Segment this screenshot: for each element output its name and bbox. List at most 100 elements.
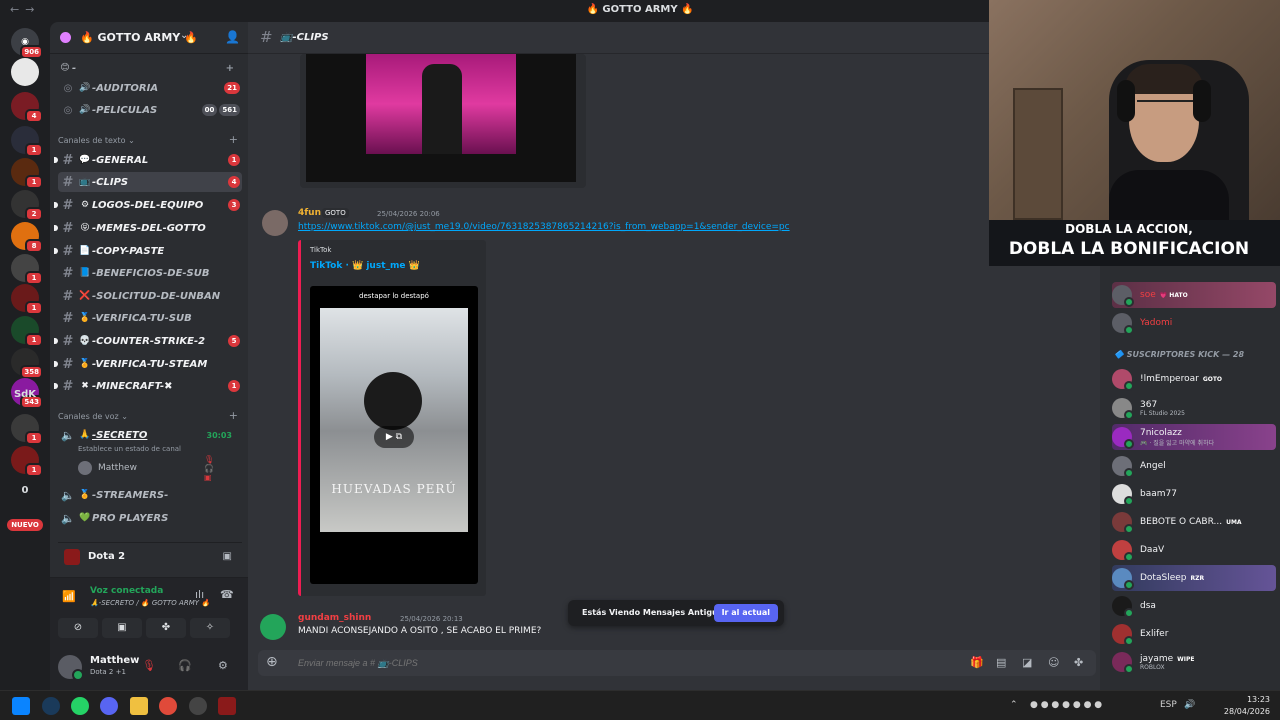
steam-icon[interactable]: [42, 697, 60, 715]
member-row[interactable]: 7nicolazz 🎮 · 질을 잃고 마약에 취하다: [1112, 424, 1276, 450]
server-icon[interactable]: 1: [11, 446, 43, 477]
channel-peliculas[interactable]: ◎ 🔊 -PELICULAS 00 561: [58, 100, 242, 120]
user-name[interactable]: Matthew: [90, 655, 139, 666]
volume-icon[interactable]: 🔊: [1184, 700, 1195, 710]
embed-title[interactable]: TikTok · 👑 just_me 👑: [310, 261, 420, 271]
deafen-icon[interactable]: 🎧: [178, 659, 192, 672]
channel-beneficios[interactable]: # 📘 -BENEFICIOS-DE-SUB: [58, 263, 242, 283]
signal-icon[interactable]: 📶: [62, 590, 76, 603]
voice-channel-status[interactable]: Establece un estado de canal: [78, 445, 181, 453]
category-voice-channels[interactable]: Canales de voz ⌄: [58, 412, 128, 421]
server-header[interactable]: 🔥 GOTTO ARMY 🔥 ⌄ 👤: [50, 22, 248, 54]
channel-copy-paste[interactable]: # 📄 -COPY-PASTE: [54, 241, 242, 261]
server-icon[interactable]: [11, 58, 39, 86]
tray-icons[interactable]: ● ● ● ● ● ● ●: [1030, 700, 1102, 710]
server-icon[interactable]: 1: [11, 126, 43, 157]
gift-icon[interactable]: 🎁: [970, 656, 984, 669]
activities-button[interactable]: ✤: [146, 618, 186, 638]
channel-verifica-sub[interactable]: # 🏅 -VERIFICA-TU-SUB: [58, 308, 242, 328]
member-row[interactable]: DotaSleep RZR: [1112, 565, 1276, 591]
message-link[interactable]: https://www.tiktok.com/@just_me19.0/vide…: [298, 222, 790, 232]
message-input[interactable]: [298, 658, 938, 668]
message-author[interactable]: gundam_shinn: [298, 613, 371, 623]
server-icon[interactable]: 4: [11, 92, 43, 123]
dota2-taskbar-icon[interactable]: [218, 697, 236, 715]
member-row[interactable]: 367 FL Studio 2025: [1112, 395, 1276, 421]
voice-channel-pro-players[interactable]: 🔈 💚 PRO PLAYERS: [58, 508, 242, 528]
jump-to-present-button[interactable]: Ir al actual: [713, 604, 778, 622]
avatar[interactable]: [262, 210, 288, 236]
message-author[interactable]: 4fun: [298, 208, 321, 218]
soundboard-button[interactable]: ✧: [190, 618, 230, 638]
member-row[interactable]: BEBOTE O CABR... UMA: [1112, 509, 1276, 535]
voice-channel-secreto[interactable]: 🔈 🙏 -SECRETO 30:03: [58, 425, 242, 445]
start-button-icon[interactable]: [12, 697, 30, 715]
member-row[interactable]: !lmEmperoar GOTO: [1112, 366, 1276, 392]
server-icon[interactable]: 1: [11, 316, 43, 347]
activity-panel[interactable]: Dota 2 ▣: [58, 542, 242, 570]
create-channel-icon[interactable]: +: [229, 409, 238, 422]
invite-people-icon[interactable]: 👤: [225, 30, 240, 44]
server-icon[interactable]: 1: [11, 254, 43, 285]
message-timestamp[interactable]: 25/04/2026 20:13: [400, 615, 463, 623]
server-zero[interactable]: 0: [0, 485, 50, 496]
channel-unban[interactable]: # ❌ -SOLICITUD-DE-UNBAN: [58, 286, 242, 306]
member-row[interactable]: Angel: [1112, 453, 1276, 479]
server-icon[interactable]: 1: [11, 284, 43, 315]
server-icon[interactable]: 1: [11, 158, 43, 189]
channel-top-0[interactable]: 😊 - +: [58, 58, 242, 78]
screen-share-button[interactable]: ▣: [102, 618, 142, 638]
server-icon[interactable]: 8: [11, 222, 43, 253]
chrome-icon[interactable]: [159, 697, 177, 715]
channel-auditoria[interactable]: ◎ 🔊 -AUDITORIA 21: [58, 78, 242, 98]
voice-user-row[interactable]: Matthew 🎙🎧▣: [78, 455, 214, 482]
discord-icon[interactable]: [100, 697, 118, 715]
whatsapp-icon[interactable]: [71, 697, 89, 715]
attach-plus-icon[interactable]: ⊕: [266, 654, 278, 670]
channel-clips[interactable]: # 📺 -CLIPS 4: [58, 172, 242, 192]
play-icon[interactable]: ▶ ⧉: [374, 426, 414, 448]
member-row[interactable]: Exlifer: [1112, 621, 1276, 647]
channel-logos[interactable]: # ⚙ LOGOS-DEL-EQUIPO 3: [54, 195, 242, 215]
apps-icon[interactable]: ✤: [1074, 656, 1083, 669]
disconnect-icon[interactable]: ☎: [220, 588, 234, 601]
voice-status[interactable]: Voz conectada: [90, 586, 163, 596]
settings-gear-icon[interactable]: ⚙: [218, 659, 228, 672]
language-indicator[interactable]: ESP: [1160, 700, 1177, 710]
voice-location[interactable]: 🙏-SECRETO / 🔥 GOTTO ARMY 🔥: [90, 599, 210, 607]
camera-button[interactable]: ⊘: [58, 618, 98, 638]
member-row[interactable]: jayame WIPE ROBLOX: [1112, 649, 1276, 675]
channel-memes[interactable]: # 😝 -MEMES-DEL-GOTTO: [54, 218, 242, 238]
mute-icon[interactable]: 🎙: [142, 659, 156, 672]
screen-share-icon[interactable]: ▣: [223, 551, 232, 562]
new-badge[interactable]: NUEVO: [7, 519, 43, 531]
file-explorer-icon[interactable]: [130, 697, 148, 715]
channel-minecraft[interactable]: # ✖ -MINECRAFT-✖ 1: [54, 376, 242, 396]
image-embed[interactable]: [300, 54, 586, 188]
server-icon[interactable]: 358: [11, 348, 43, 379]
server-sdk[interactable]: SdK: [0, 389, 50, 400]
channel-verifica-steam[interactable]: # 🏅 -VERIFICA-TU-STEAM: [54, 354, 242, 374]
emoji-icon[interactable]: ☺: [1048, 656, 1059, 669]
sticker-icon[interactable]: ◪: [1022, 656, 1032, 669]
server-icon[interactable]: 2: [11, 190, 43, 221]
video-player[interactable]: destapar lo destapó ▶ ⧉ HUEVADAS PERÚ: [310, 286, 478, 584]
message-timestamp[interactable]: 25/04/2026 20:06: [377, 210, 440, 218]
member-row[interactable]: soe 💗 HATO: [1112, 282, 1276, 308]
server-icon[interactable]: 1: [11, 414, 43, 445]
avatar[interactable]: [260, 614, 286, 640]
direct-messages-icon[interactable]: ◉ 906: [11, 28, 43, 59]
plus-icon[interactable]: +: [226, 63, 234, 74]
system-clock[interactable]: 13:23 28/04/2026: [1224, 694, 1270, 718]
app-icon[interactable]: [189, 697, 207, 715]
member-row[interactable]: baam77: [1112, 481, 1276, 507]
avatar[interactable]: [58, 655, 84, 681]
tray-chevron-icon[interactable]: ⌃: [1010, 700, 1018, 710]
create-channel-icon[interactable]: +: [229, 133, 238, 146]
category-text-channels[interactable]: Canales de texto ⌄: [58, 136, 135, 145]
voice-channel-streamers[interactable]: 🔈 🏅 -STREAMERS-: [58, 485, 242, 505]
member-row[interactable]: DaaV: [1112, 537, 1276, 563]
server-tag[interactable]: GOTO: [322, 208, 349, 218]
member-row[interactable]: Yadomi: [1112, 310, 1276, 336]
noise-suppression-icon[interactable]: ılı: [195, 588, 204, 601]
